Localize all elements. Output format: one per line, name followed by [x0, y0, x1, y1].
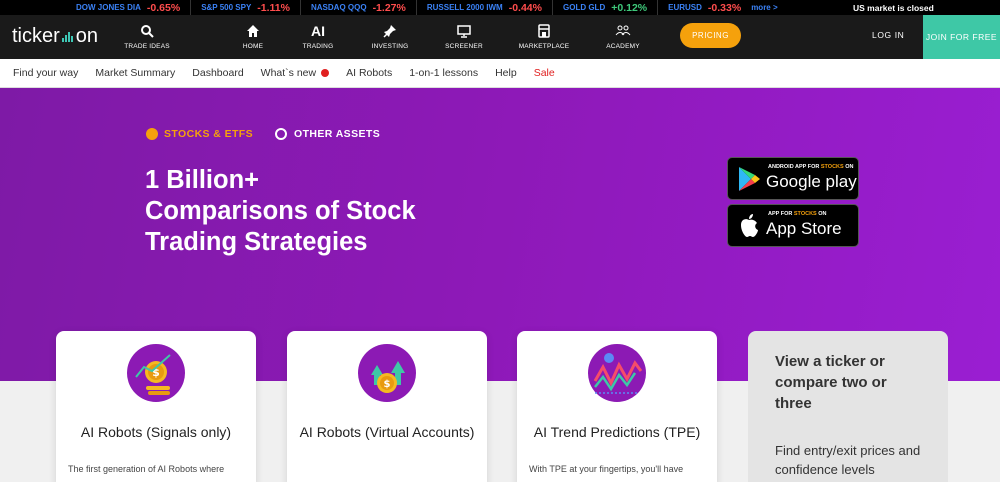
hero-headline: 1 Billion+ Comparisons of Stock Trading … [145, 165, 416, 258]
logo-text-left: ticker [12, 25, 60, 47]
feature-card-trend-predictions[interactable]: AI Trend Predictions (TPE) With TPE at y… [517, 331, 717, 482]
ticker-change: -0.65% [146, 1, 181, 14]
ticker-item[interactable]: S&P 500 SPY -1.11% [191, 0, 290, 15]
ticker-change: -1.11% [257, 1, 290, 14]
feature-card-ai-robots-signals[interactable]: $ AI Robots (Signals only) The first gen… [56, 331, 256, 482]
lightbulb-search-icon [140, 22, 154, 39]
join-button[interactable]: JOIN FOR FREE [923, 15, 1000, 59]
main-nav: ticker on TRADE IDEAS HOME AI TRADING IN… [0, 15, 1000, 59]
nav-trade-ideas[interactable]: TRADE IDEAS [107, 22, 187, 50]
headline-line: Trading Strategies [145, 228, 368, 256]
nav-label: HOME [242, 43, 264, 50]
radio-unselected[interactable] [275, 128, 288, 140]
card-description: With TPE at your fingertips, you'll have [529, 464, 684, 474]
logo[interactable]: ticker on [12, 25, 98, 48]
asset-type-selector: STOCKS & ETFS OTHER ASSETS [146, 128, 380, 140]
ticker-symbol: EURUSD [668, 3, 702, 12]
ticker-item[interactable]: EURUSD -0.33% [658, 0, 741, 15]
pricing-button[interactable]: PRICING [680, 23, 741, 48]
store-caption: APP FOR STOCKS ON [768, 211, 827, 217]
market-ticker-strip: DOW JONES DIA -0.65% S&P 500 SPY -1.11% … [0, 0, 1000, 15]
google-play-icon [737, 166, 761, 197]
sub-nav: Find your way Market Summary Dashboard W… [0, 59, 1000, 88]
ticker-compare-card[interactable]: View a ticker or compare two or three Fi… [748, 331, 948, 482]
store-caption: ANDROID APP FOR STOCKS ON [768, 164, 854, 170]
card-title: AI Robots (Virtual Accounts) [299, 424, 475, 440]
subnav-find-your-way[interactable]: Find your way [13, 67, 78, 79]
subnav-label: What`s new [260, 67, 317, 79]
radio-label-stocks[interactable]: STOCKS & ETFS [164, 128, 253, 140]
radio-selected[interactable] [146, 128, 158, 140]
nav-label: MARKETPLACE [518, 43, 570, 50]
google-play-badge[interactable]: ANDROID APP FOR STOCKS ON Google play [727, 157, 859, 200]
store-name: App Store [766, 219, 842, 238]
ticker-symbol: RUSSELL 2000 IWM [426, 3, 503, 12]
app-store-badge[interactable]: APP FOR STOCKS ON App Store [727, 204, 859, 247]
nav-academy[interactable]: ACADEMY [583, 22, 663, 50]
compare-card-description: Find entry/exit prices and confidence le… [775, 443, 921, 477]
store-name: Google play [766, 172, 857, 191]
nav-label: TRADE IDEAS [124, 43, 170, 50]
subnav-market-summary[interactable]: Market Summary [95, 67, 175, 79]
ticker-item[interactable]: NASDAQ QQQ -1.27% [301, 0, 406, 15]
nav-trading[interactable]: AI TRADING [278, 22, 358, 51]
card-title: AI Robots (Signals only) [80, 424, 232, 440]
subnav-sale[interactable]: Sale [534, 67, 555, 79]
nav-screener[interactable]: SCREENER [424, 22, 504, 50]
radio-label-other[interactable]: OTHER ASSETS [294, 128, 380, 140]
ticker-item[interactable]: RUSSELL 2000 IWM -0.44% [417, 0, 542, 15]
logo-text-right: on [75, 25, 99, 47]
nav-investing[interactable]: INVESTING [350, 22, 430, 50]
nav-label: ACADEMY [606, 43, 640, 50]
svg-text:$: $ [384, 379, 391, 390]
subnav-help[interactable]: Help [495, 67, 517, 79]
nav-label: INVESTING [371, 43, 409, 50]
ticker-item[interactable]: DOW JONES DIA -0.65% [0, 0, 180, 15]
ticker-more-link[interactable]: more > [741, 3, 777, 12]
ticker-symbol: S&P 500 SPY [201, 3, 252, 12]
feature-card-ai-robots-virtual[interactable]: $ AI Robots (Virtual Accounts) [287, 331, 487, 482]
subnav-dashboard[interactable]: Dashboard [192, 67, 243, 79]
home-icon [246, 22, 260, 39]
robot-signals-icon: $ [126, 343, 186, 403]
compare-card-title: View a ticker or compare two or three [775, 353, 887, 412]
ticker-symbol: NASDAQ QQQ [311, 3, 367, 12]
login-link[interactable]: LOG IN [872, 30, 904, 40]
nav-label: SCREENER [445, 43, 483, 50]
pin-icon [383, 22, 397, 39]
ticker-change: +0.12% [611, 1, 648, 14]
notification-dot [321, 69, 330, 77]
ticker-symbol: DOW JONES DIA [76, 3, 141, 12]
logo-bars-icon [61, 30, 73, 42]
store-icon [537, 22, 551, 39]
subnav-whats-new[interactable]: What`s new [260, 67, 330, 79]
nav-label: TRADING [302, 43, 334, 50]
market-status: US market is closed [840, 0, 1000, 15]
trend-prediction-icon [587, 343, 647, 403]
ai-icon: AI [311, 22, 325, 39]
ticker-change: -1.27% [372, 1, 406, 14]
monitor-icon [457, 22, 471, 39]
subnav-lessons[interactable]: 1-on-1 lessons [409, 67, 478, 79]
headline-line: Comparisons of Stock [145, 197, 416, 225]
ticker-item[interactable]: GOLD GLD +0.12% [553, 0, 647, 15]
ticker-change: -0.44% [508, 1, 542, 14]
apple-icon [737, 213, 761, 244]
ticker-symbol: GOLD GLD [563, 3, 606, 12]
card-description: The first generation of AI Robots where [68, 464, 225, 474]
ticker-change: -0.33% [707, 1, 742, 14]
subnav-ai-robots[interactable]: AI Robots [346, 67, 392, 79]
people-icon [615, 22, 631, 39]
robot-virtual-icon: $ [357, 343, 417, 403]
headline-line: 1 Billion+ [145, 166, 260, 194]
nav-marketplace[interactable]: MARKETPLACE [504, 22, 584, 50]
card-title: AI Trend Predictions (TPE) [533, 424, 701, 440]
